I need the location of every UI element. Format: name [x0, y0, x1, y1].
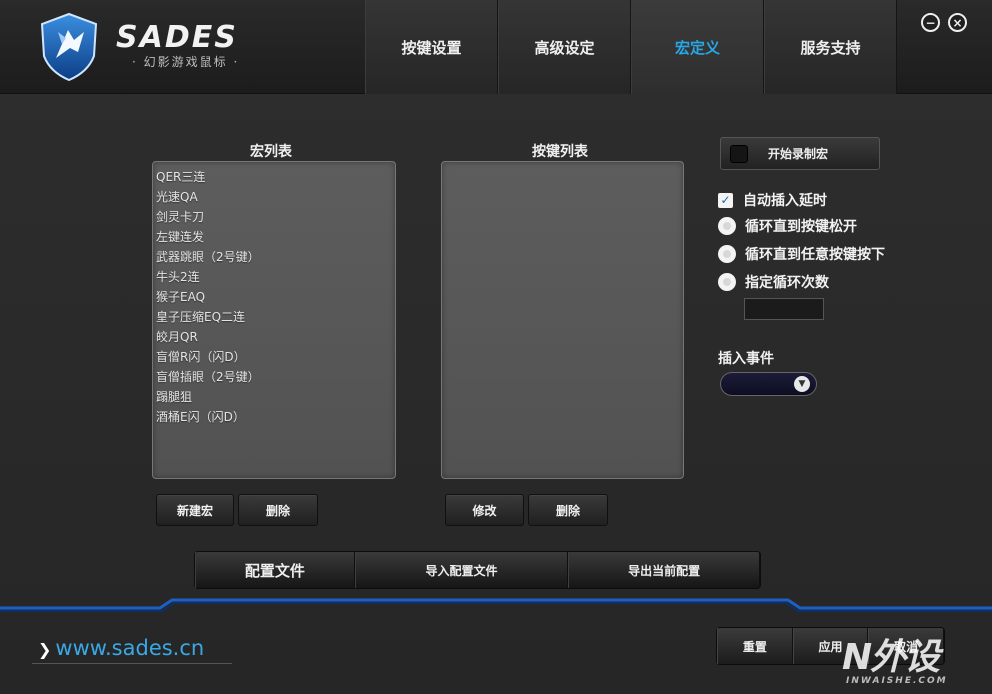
insert-event-dropdown[interactable]: ▼	[720, 372, 817, 396]
minimize-button[interactable]: −	[921, 13, 940, 32]
radio-icon[interactable]	[718, 245, 736, 263]
brand-subtitle: · 幻影游戏鼠标 ·	[132, 55, 240, 69]
chevron-down-icon[interactable]: ▼	[794, 376, 810, 392]
list-item[interactable]: 武器跳眼（2号键）	[153, 247, 395, 267]
list-item[interactable]: 蹋腿狙	[153, 387, 395, 407]
tab-key-settings[interactable]: 按键设置	[365, 0, 498, 94]
list-item[interactable]: 盲僧R闪（闪D）	[153, 347, 395, 367]
app-window: SADES · 幻影游戏鼠标 · 按键设置 高级设定 宏定义 服务支持 − × …	[0, 0, 992, 694]
list-item[interactable]: 盲僧插眼（2号键）	[153, 367, 395, 387]
watermark: N外设 INWAISHE.COM	[842, 628, 982, 686]
checkbox-checked-icon[interactable]: ✓	[718, 192, 733, 208]
record-indicator	[730, 144, 748, 163]
key-list-panel[interactable]	[441, 161, 684, 479]
key-list-title: 按键列表	[532, 144, 588, 160]
website-underline	[32, 663, 232, 664]
radio-icon[interactable]	[718, 217, 736, 235]
list-item[interactable]: 酒桶E闪（闪D）	[153, 407, 395, 427]
close-button[interactable]: ×	[948, 13, 967, 32]
delete-key-button[interactable]: 删除	[528, 494, 608, 526]
tab-service-support[interactable]: 服务支持	[764, 0, 897, 94]
website-link[interactable]: ❯ www.sades.cn	[38, 636, 204, 660]
loop-count-label: 指定循环次数	[745, 275, 829, 291]
tab-advanced-settings[interactable]: 高级设定	[498, 0, 631, 94]
list-item[interactable]: 猴子EAQ	[153, 287, 395, 307]
loop-until-any-key-label: 循环直到任意按键按下	[745, 247, 885, 263]
record-macro-label: 开始录制宏	[768, 147, 829, 161]
list-item[interactable]: 光速QA	[153, 187, 395, 207]
watermark-logo: N外设	[842, 637, 940, 678]
radio-icon[interactable]	[718, 273, 736, 291]
auto-delay-option[interactable]: ✓ 自动插入延时	[718, 190, 827, 210]
loop-count-option[interactable]: 指定循环次数	[718, 272, 829, 292]
import-config-button[interactable]: 导入配置文件	[354, 552, 569, 588]
macro-list-panel[interactable]: QER三连 光速QA 剑灵卡刀 左键连发 武器跳眼（2号键） 牛头2连 猴子EA…	[152, 161, 396, 479]
header-bar: SADES · 幻影游戏鼠标 · 按键设置 高级设定 宏定义 服务支持 − ×	[0, 0, 992, 94]
delete-macro-button[interactable]: 删除	[238, 494, 318, 526]
reset-button[interactable]: 重置	[717, 628, 793, 664]
watermark-subtext: INWAISHE.COM	[846, 676, 948, 686]
export-config-button[interactable]: 导出当前配置	[568, 552, 760, 588]
list-item[interactable]: 左键连发	[153, 227, 395, 247]
loop-until-any-key-option[interactable]: 循环直到任意按键按下	[718, 244, 885, 264]
tab-macro-definition[interactable]: 宏定义	[631, 0, 764, 94]
loop-until-release-label: 循环直到按键松开	[745, 219, 857, 235]
list-item[interactable]: QER三连	[153, 167, 395, 187]
record-macro-button[interactable]: 开始录制宏	[720, 137, 880, 170]
list-item[interactable]: 牛头2连	[153, 267, 395, 287]
new-macro-button[interactable]: 新建宏	[156, 494, 234, 526]
loop-until-release-option[interactable]: 循环直到按键松开	[718, 216, 857, 236]
loop-count-input[interactable]	[744, 298, 824, 320]
auto-delay-label: 自动插入延时	[743, 193, 827, 209]
list-item[interactable]: 剑灵卡刀	[153, 207, 395, 227]
insert-event-label: 插入事件	[718, 351, 774, 367]
brand-name: SADES	[116, 20, 238, 55]
config-file-bar: 配置文件 导入配置文件 导出当前配置	[194, 551, 761, 589]
sades-shield-logo	[40, 12, 98, 82]
config-file-title: 配置文件	[195, 552, 355, 588]
list-item[interactable]: 皇子压缩EQ二连	[153, 307, 395, 327]
edit-key-button[interactable]: 修改	[445, 494, 524, 526]
list-item[interactable]: 皎月QR	[153, 327, 395, 347]
macro-list-title: 宏列表	[250, 144, 292, 160]
chevron-right-icon: ❯	[38, 640, 52, 659]
main-tabs: 按键设置 高级设定 宏定义 服务支持	[365, 0, 897, 94]
website-text: www.sades.cn	[55, 636, 205, 660]
footer-divider-glow	[0, 598, 992, 612]
